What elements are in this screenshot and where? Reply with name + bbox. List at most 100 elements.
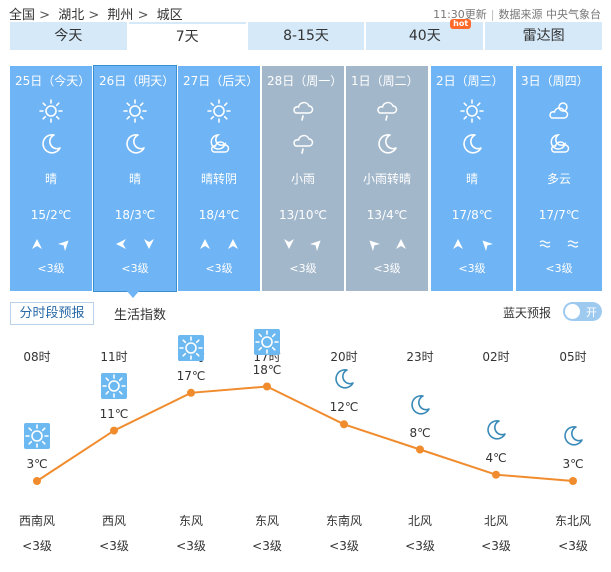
tab-today[interactable]: 今天 bbox=[10, 22, 127, 50]
wave-icon bbox=[566, 236, 580, 255]
blue-sky-label: 蓝天预报 bbox=[502, 306, 551, 320]
hour-wind-level: <3级 bbox=[558, 539, 588, 553]
south-wind-arrow-icon bbox=[394, 236, 408, 255]
tab-life-index[interactable]: 生活指数 bbox=[114, 304, 166, 323]
temperature-point bbox=[187, 388, 195, 397]
hour-wind-direction: 西风 bbox=[101, 514, 126, 528]
day-temperature: 17/7℃ bbox=[538, 208, 580, 222]
breadcrumb-separator: > bbox=[88, 8, 100, 23]
moon-icon bbox=[407, 392, 433, 418]
seven-day-forecast: 25日（今天） 晴 15/2℃ <3级 26日（明天） 晴 18/3℃ <3级 … bbox=[10, 65, 602, 292]
breadcrumb-city[interactable]: 荆州 bbox=[107, 8, 133, 23]
cloudy-moon-icon bbox=[178, 131, 260, 157]
forecast-tabs: 今天 7天 8-15天 40天 hot 雷达图 bbox=[10, 19, 602, 50]
tab-40-days[interactable]: 40天 hot bbox=[366, 19, 484, 50]
hour-temperature: 3℃ bbox=[562, 457, 584, 471]
day-date: 2日（周三） bbox=[436, 74, 504, 88]
rain-icon bbox=[346, 98, 428, 124]
day-temperature: 18/4℃ bbox=[198, 208, 240, 222]
blue-sky-toggle[interactable]: 开 bbox=[563, 302, 602, 321]
toggle-text: 开 bbox=[586, 306, 597, 319]
tab-hourly-forecast[interactable]: 分时段预报 bbox=[10, 302, 94, 325]
temperature-point bbox=[340, 420, 348, 429]
day-weather: 晴 bbox=[465, 172, 478, 186]
southwest-wind-arrow-icon bbox=[309, 236, 324, 255]
hour-temperature: 4℃ bbox=[485, 450, 507, 465]
north-wind-arrow-icon bbox=[142, 236, 156, 255]
sun-icon bbox=[431, 98, 513, 124]
day-weather: 小雨转晴 bbox=[362, 172, 411, 186]
breadcrumb: 全国 > 湖北 > 荆州 > 城区 bbox=[9, 4, 187, 23]
day-date: 1日（周二） bbox=[351, 74, 419, 88]
tab-label: 8-15天 bbox=[283, 28, 329, 44]
day-card[interactable]: 3日（周四） 多云 17/7℃ <3级 bbox=[516, 66, 602, 291]
day-wind-level: <3级 bbox=[458, 262, 486, 275]
temperature-point bbox=[33, 477, 41, 485]
southwest-wind-arrow-icon bbox=[57, 236, 72, 255]
day-card[interactable]: 27日（后天） 晴转阴 18/4℃ <3级 bbox=[178, 66, 260, 291]
tab-label: 今天 bbox=[54, 28, 83, 44]
hour-wind-direction: 东风 bbox=[178, 514, 203, 528]
day-wind-level: <3级 bbox=[545, 262, 573, 275]
moon-icon bbox=[483, 417, 509, 443]
tab-label: 40天 bbox=[408, 28, 441, 44]
hour-time: 08时 bbox=[23, 350, 51, 364]
day-wind-level: <3级 bbox=[205, 262, 233, 275]
tab-radar[interactable]: 雷达图 bbox=[485, 22, 602, 50]
day-card[interactable]: 1日（周二） 小雨转晴 13/4℃ <3级 bbox=[346, 66, 428, 291]
hour-wind-level: <3级 bbox=[22, 539, 52, 553]
hour-time: 20时 bbox=[330, 350, 358, 364]
day-wind-level: <3级 bbox=[121, 262, 149, 275]
tab-7-days[interactable]: 7天 bbox=[128, 22, 246, 50]
day-card[interactable]: 2日（周三） 晴 17/8℃ <3级 bbox=[431, 66, 513, 291]
data-source: 数据来源 中央气象台 bbox=[498, 8, 602, 21]
hour-wind-direction: 东北风 bbox=[554, 514, 591, 528]
sun-icon bbox=[178, 98, 260, 124]
northeast-wind-arrow-icon bbox=[479, 236, 494, 255]
east-wind-arrow-icon bbox=[114, 236, 128, 255]
breadcrumb-country[interactable]: 全国 bbox=[9, 8, 35, 23]
south-wind-arrow-icon bbox=[30, 236, 44, 255]
sun-icon bbox=[254, 328, 280, 355]
south-wind-arrow-icon bbox=[226, 236, 240, 255]
sun-icon bbox=[94, 98, 176, 124]
hour-wind-level: <3级 bbox=[405, 539, 435, 553]
day-weather: 晴 bbox=[128, 172, 141, 186]
south-wind-arrow-icon bbox=[451, 236, 465, 255]
hour-temperature: 3℃ bbox=[26, 457, 48, 471]
day-weather: 晴转阴 bbox=[200, 172, 237, 186]
wave-icon bbox=[538, 236, 552, 255]
hour-wind-level: <3级 bbox=[176, 539, 206, 553]
breadcrumb-province[interactable]: 湖北 bbox=[58, 8, 84, 23]
moon-icon bbox=[346, 131, 428, 157]
day-card[interactable]: 25日（今天） 晴 15/2℃ <3级 bbox=[10, 66, 92, 291]
breadcrumb-separator: > bbox=[137, 8, 149, 23]
day-card[interactable]: 26日（明天） 晴 18/3℃ <3级 bbox=[93, 65, 177, 292]
hour-time: 11时 bbox=[100, 350, 128, 364]
hour-temperature: 18℃ bbox=[252, 362, 282, 377]
hour-wind-level: <3级 bbox=[99, 539, 129, 553]
hour-time: 02时 bbox=[482, 350, 510, 364]
moon-icon bbox=[431, 131, 513, 157]
breadcrumb-separator: > bbox=[39, 8, 51, 23]
breadcrumb-district: 城区 bbox=[156, 8, 183, 23]
north-wind-arrow-icon bbox=[282, 236, 296, 255]
hour-wind-level: <3级 bbox=[252, 539, 282, 553]
day-temperature: 18/3℃ bbox=[114, 208, 156, 222]
sun-icon bbox=[101, 372, 127, 399]
moon-icon bbox=[10, 131, 92, 157]
hour-temperature: 11℃ bbox=[99, 406, 129, 421]
day-date: 26日（明天） bbox=[99, 74, 175, 88]
day-card[interactable]: 28日（周一） 小雨 13/10℃ <3级 bbox=[262, 66, 344, 291]
day-temperature: 13/10℃ bbox=[278, 208, 328, 222]
hour-time: 23时 bbox=[406, 350, 434, 364]
tab-8-15-days[interactable]: 8-15天 bbox=[247, 22, 365, 50]
toggle-knob bbox=[565, 304, 580, 319]
hour-temperature: 8℃ bbox=[409, 425, 431, 440]
day-weather: 小雨 bbox=[290, 172, 315, 186]
temperature-point bbox=[492, 470, 500, 479]
hour-wind-direction: 北风 bbox=[483, 514, 508, 528]
sun-icon bbox=[10, 98, 92, 124]
day-temperature: 13/4℃ bbox=[366, 208, 408, 222]
temperature-point bbox=[110, 426, 118, 435]
